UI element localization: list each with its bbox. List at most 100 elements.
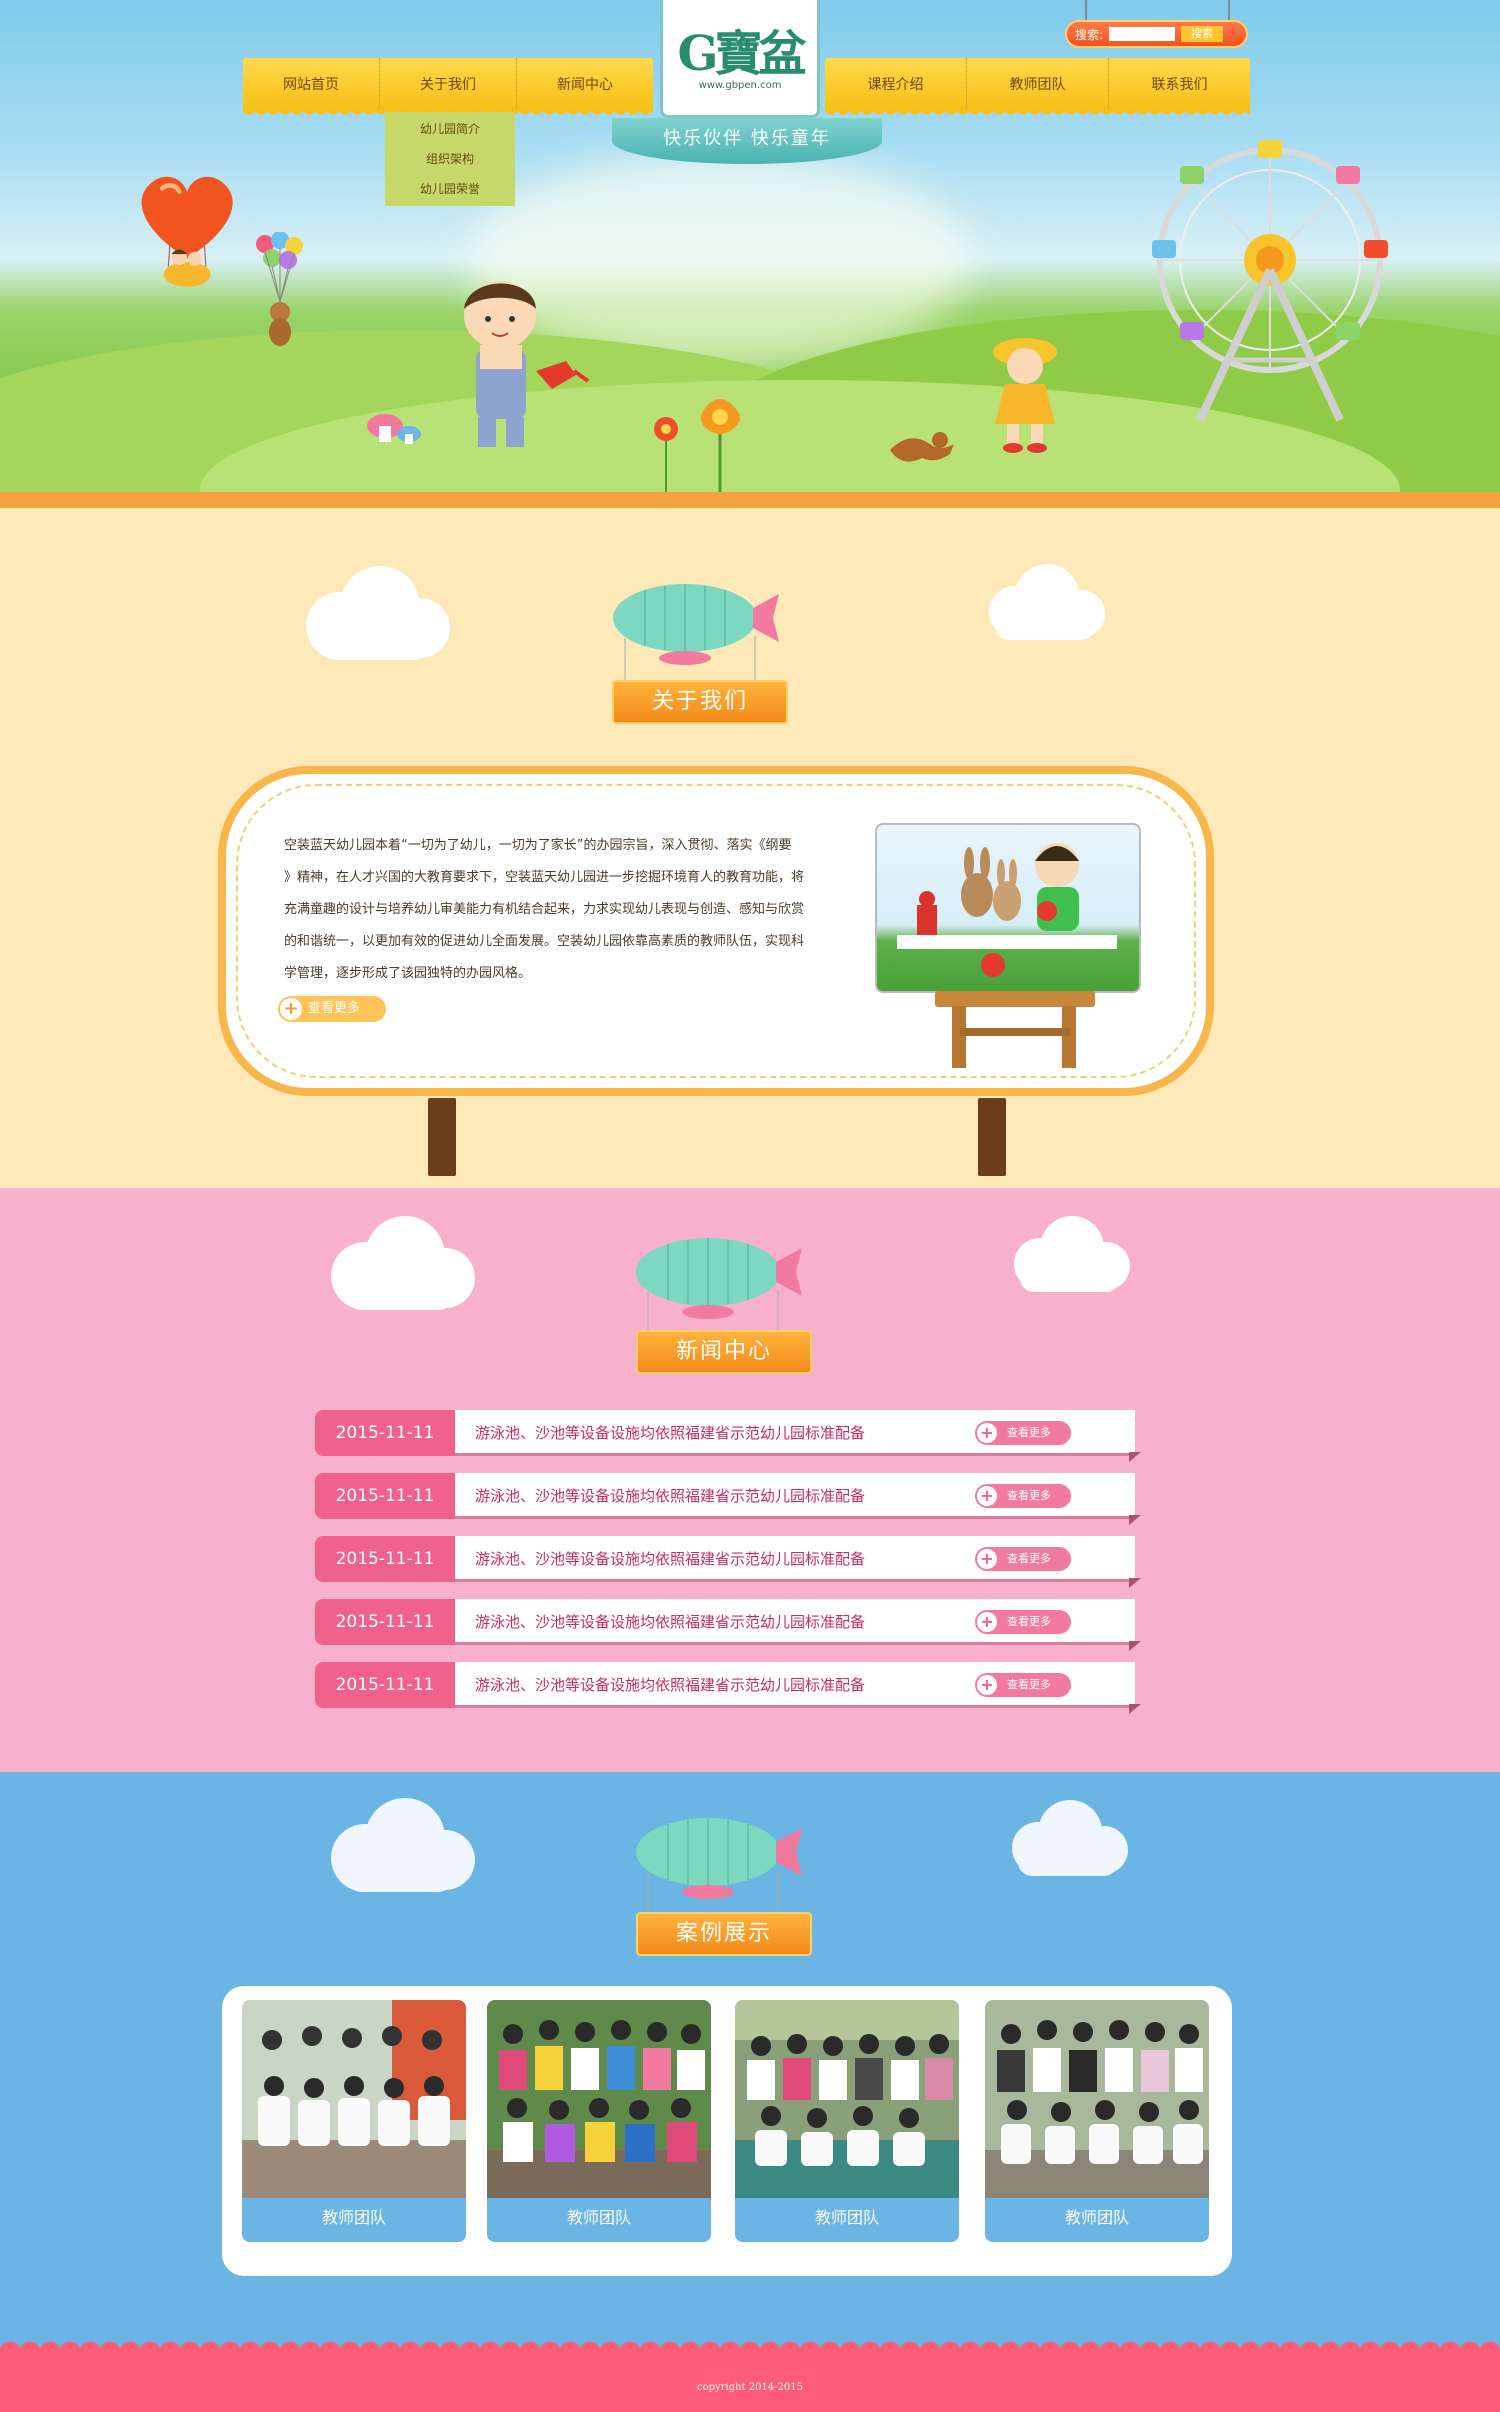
- footer: copyright 2014-2015: [0, 2336, 1500, 2412]
- main-nav-right: 课程介绍 教师团队 联系我们: [825, 58, 1250, 118]
- table-illustration: [935, 991, 1095, 1007]
- news-item[interactable]: 2015-11-11 游泳池、沙池等设备设施均依照福建省示范幼儿园标准配备 + 查…: [315, 1662, 1141, 1714]
- news-heading: 新闻中心: [636, 1330, 812, 1374]
- fold-corner: [1129, 1704, 1141, 1714]
- news-body: 游泳池、沙池等设备设施均依照福建省示范幼儿园标准配备 + 查看更多: [455, 1473, 1141, 1525]
- case-card[interactable]: 教师团队: [985, 2000, 1209, 2242]
- teacher-group-photo: [487, 2000, 711, 2198]
- table-bar: [960, 1028, 1070, 1036]
- news-title[interactable]: 游泳池、沙池等设备设施均依照福建省示范幼儿园标准配备: [475, 1473, 865, 1519]
- news-more-button[interactable]: + 查看更多: [975, 1421, 1071, 1445]
- plus-icon: +: [977, 1549, 997, 1569]
- search-box: 搜索: 搜索: [1065, 20, 1248, 48]
- news-date: 2015-11-11: [315, 1662, 455, 1708]
- cases-section: 案例展示 教师团队 教师团队 教师团队 教师团队: [0, 1772, 1500, 2350]
- about-more-button[interactable]: + 查看更多: [278, 996, 386, 1022]
- fold-corner: [1129, 1452, 1141, 1462]
- case-caption: 教师团队: [242, 2198, 466, 2242]
- case-photo: [242, 2000, 466, 2198]
- submenu-item-honors[interactable]: 幼儿园荣誉: [385, 174, 515, 204]
- case-photo: [985, 2000, 1209, 2198]
- fold-corner: [1129, 1578, 1141, 1588]
- about-heading: 关于我们: [612, 680, 788, 724]
- cloud-icon: [306, 566, 450, 660]
- news-more-label: 查看更多: [1007, 1615, 1051, 1628]
- heart-balloon-illustration: [141, 176, 233, 287]
- news-more-label: 查看更多: [1007, 1552, 1051, 1565]
- search-label: 搜索:: [1075, 27, 1104, 42]
- case-caption: 教师团队: [487, 2198, 711, 2242]
- about-line: 空装蓝天幼儿园本着“一切为了幼儿，一切为了家长”的办园宗旨，深入贯彻、落实《纲要: [284, 838, 792, 853]
- logo-mark: G寶盆: [677, 26, 807, 82]
- nav-item-courses[interactable]: 课程介绍: [825, 58, 967, 110]
- news-item[interactable]: 2015-11-11 游泳池、沙池等设备设施均依照福建省示范幼儿园标准配备 + 查…: [315, 1410, 1141, 1462]
- case-card[interactable]: 教师团队: [242, 2000, 466, 2242]
- blimp-icon: [636, 1238, 802, 1340]
- about-text: 空装蓝天幼儿园本着“一切为了幼儿，一切为了家长”的办园宗旨，深入贯彻、落实《纲要…: [284, 830, 850, 990]
- blimp-icon: [636, 1818, 802, 1920]
- news-item[interactable]: 2015-11-11 游泳池、沙池等设备设施均依照福建省示范幼儿园标准配备 + 查…: [315, 1536, 1141, 1588]
- plus-icon: +: [280, 998, 302, 1020]
- case-caption: 教师团队: [985, 2198, 1209, 2242]
- kid-with-toys-picture: [897, 843, 1117, 977]
- balloons-illustration: [256, 232, 303, 346]
- table-leg: [1062, 1006, 1076, 1068]
- cloud-icon: [1014, 1216, 1130, 1292]
- teacher-group-photo: [985, 2000, 1209, 2198]
- news-title[interactable]: 游泳池、沙池等设备设施均依照福建省示范幼儿园标准配备: [475, 1536, 865, 1582]
- nav-item-about[interactable]: 关于我们: [380, 58, 517, 110]
- about-submenu: 幼儿园简介 组织架构 幼儿园荣誉: [385, 112, 515, 206]
- news-body: 游泳池、沙池等设备设施均依照福建省示范幼儿园标准配备 + 查看更多: [455, 1410, 1141, 1462]
- search-button[interactable]: 搜索: [1181, 26, 1224, 42]
- news-item[interactable]: 2015-11-11 游泳池、沙池等设备设施均依照福建省示范幼儿园标准配备 + 查…: [315, 1473, 1141, 1525]
- news-title[interactable]: 游泳池、沙池等设备设施均依照福建省示范幼儿园标准配备: [475, 1662, 865, 1708]
- about-line: 的和谐统一，以更加有效的促进幼儿全面发展。空装幼儿园依靠高素质的教师队伍，实现科: [284, 934, 805, 949]
- news-more-button[interactable]: + 查看更多: [975, 1547, 1071, 1571]
- cloud-icon: [331, 1798, 475, 1892]
- news-more-button[interactable]: + 查看更多: [975, 1484, 1071, 1508]
- nav-item-news[interactable]: 新闻中心: [517, 58, 653, 110]
- mushroom-illustration: [367, 414, 421, 444]
- about-more-label: 查看更多: [308, 1001, 361, 1016]
- about-section: 关于我们 空装蓝天幼儿园本着“一切为了幼儿，一切为了家长”的办园宗旨，深入贯彻、…: [0, 508, 1500, 1188]
- news-body: 游泳池、沙池等设备设施均依照福建省示范幼儿园标准配备 + 查看更多: [455, 1536, 1141, 1588]
- footer-scallop-edge: [0, 2336, 1500, 2352]
- news-title[interactable]: 游泳池、沙池等设备设施均依照福建省示范幼儿园标准配备: [475, 1410, 865, 1456]
- news-more-label: 查看更多: [1007, 1426, 1051, 1439]
- nav-item-contact[interactable]: 联系我们: [1109, 58, 1250, 110]
- search-rope: [1085, 0, 1087, 22]
- slogan-ribbon: 快乐伙伴 快乐童年: [612, 118, 882, 164]
- news-title[interactable]: 游泳池、沙池等设备设施均依照福建省示范幼儿园标准配备: [475, 1599, 865, 1645]
- girl-running-illustration: [993, 338, 1057, 453]
- plus-icon: +: [977, 1423, 997, 1443]
- cloud-icon: [331, 1216, 475, 1310]
- plus-icon: +: [977, 1612, 997, 1632]
- submenu-item-structure[interactable]: 组织架构: [385, 144, 515, 174]
- news-body: 游泳池、沙池等设备设施均依照福建省示范幼儿园标准配备 + 查看更多: [455, 1662, 1141, 1714]
- plus-icon: +: [977, 1675, 997, 1695]
- submenu-item-intro[interactable]: 幼儿园简介: [385, 114, 515, 144]
- news-date: 2015-11-11: [315, 1410, 455, 1456]
- about-line: 》精神，在人才兴国的大教育要求下，空装蓝天幼儿园进一步挖掘环境育人的教育功能，将: [284, 870, 805, 885]
- board-post: [978, 1098, 1006, 1176]
- news-item[interactable]: 2015-11-11 游泳池、沙池等设备设施均依照福建省示范幼儿园标准配备 + 查…: [315, 1599, 1141, 1651]
- search-rope: [1228, 0, 1230, 22]
- case-photo: [487, 2000, 711, 2198]
- board-post: [428, 1098, 456, 1176]
- search-input[interactable]: [1109, 27, 1176, 41]
- news-more-label: 查看更多: [1007, 1489, 1051, 1502]
- logo[interactable]: G寶盆 www.gbpen.com: [660, 0, 820, 118]
- news-more-button[interactable]: + 查看更多: [975, 1610, 1071, 1634]
- copyright-text: copyright 2014-2015: [697, 2382, 803, 2393]
- news-more-button[interactable]: + 查看更多: [975, 1673, 1071, 1697]
- main-nav-left: 网站首页 关于我们 新闻中心: [243, 58, 653, 118]
- nav-item-home[interactable]: 网站首页: [243, 58, 380, 110]
- news-date: 2015-11-11: [315, 1473, 455, 1519]
- about-line: 学管理，逐步形成了该园独特的办园风格。: [284, 966, 532, 981]
- nav-item-teachers[interactable]: 教师团队: [967, 58, 1109, 110]
- case-card[interactable]: 教师团队: [735, 2000, 959, 2242]
- case-card[interactable]: 教师团队: [487, 2000, 711, 2242]
- case-photo: [735, 2000, 959, 2198]
- fold-corner: [1129, 1641, 1141, 1651]
- squirrel-illustration: [890, 432, 954, 462]
